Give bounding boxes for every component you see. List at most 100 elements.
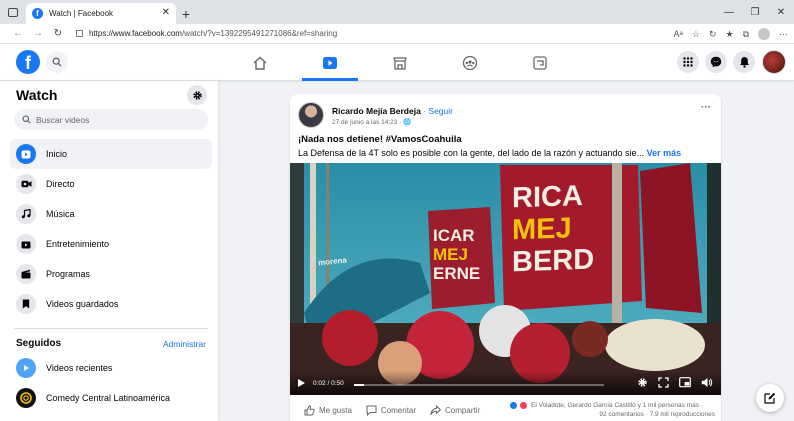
tab-title: Watch | Facebook bbox=[49, 9, 114, 18]
profile-avatar[interactable] bbox=[762, 50, 786, 74]
author-avatar[interactable] bbox=[298, 102, 324, 128]
forward-button[interactable]: → bbox=[28, 24, 48, 44]
facebook-header: f bbox=[0, 44, 794, 81]
tab-actions-button[interactable] bbox=[0, 0, 26, 24]
back-button[interactable]: ← bbox=[8, 24, 28, 44]
music-note-icon bbox=[16, 204, 36, 224]
facebook-search-button[interactable] bbox=[46, 51, 68, 73]
browser-profile-avatar[interactable] bbox=[758, 28, 770, 40]
watch-sidebar: Watch Buscar videos Inicio Directo Músic… bbox=[0, 81, 218, 421]
new-message-button[interactable] bbox=[756, 384, 784, 412]
lock-icon bbox=[76, 30, 83, 37]
post-date-text: 27 de junio a las 14:23 · bbox=[332, 119, 404, 126]
sidebar-item-label: Comedy Central Latinoamérica bbox=[46, 393, 171, 403]
video-control-icons bbox=[637, 377, 713, 388]
sidebar-item-label: Música bbox=[46, 209, 75, 219]
nav-groups[interactable] bbox=[442, 44, 498, 81]
comment-icon bbox=[366, 405, 377, 416]
see-more-link[interactable]: Ver más bbox=[647, 148, 682, 158]
banner-left-text: ICAR MEJ ERNE bbox=[433, 226, 480, 283]
url-path: /watch/?v=1392295491271086&ref=sharing bbox=[181, 29, 338, 38]
collections-icon[interactable]: ⧉ bbox=[743, 29, 749, 40]
video-post: Ricardo Mejía Berdeja · Seguir 27 de jun… bbox=[290, 94, 721, 421]
reactions-summary[interactable]: El Voladote, Gerardo García Castillo y 1… bbox=[509, 401, 715, 410]
nav-marketplace[interactable] bbox=[372, 44, 428, 81]
browser-toolbar-icons: Aᵃ ☆ ↻ ★ ⧉ ··· bbox=[674, 24, 788, 44]
sidebar-item-directo[interactable]: Directo bbox=[10, 169, 212, 199]
bell-icon bbox=[739, 57, 749, 68]
watch-play-icon bbox=[16, 144, 36, 164]
live-camera-icon bbox=[16, 174, 36, 194]
minimize-button[interactable]: — bbox=[716, 0, 742, 24]
search-icon bbox=[22, 115, 31, 124]
marketplace-icon bbox=[393, 56, 407, 70]
play-icon[interactable] bbox=[298, 379, 305, 387]
banner-top-line-3: BERD bbox=[512, 243, 595, 279]
browser-tab-strip: f Watch | Facebook ✕ + — ❐ ✕ bbox=[0, 0, 794, 24]
sidebar-item-label: Entretenimiento bbox=[46, 239, 110, 249]
browser-menu-icon[interactable]: ··· bbox=[779, 29, 788, 39]
close-window-button[interactable]: ✕ bbox=[768, 0, 794, 24]
reload-button[interactable]: ↻ bbox=[48, 24, 68, 44]
banner-top-line-2: MEJ bbox=[512, 212, 572, 247]
sidebar-item-label: Programas bbox=[46, 269, 91, 279]
post-header: Ricardo Mejía Berdeja · Seguir bbox=[332, 106, 453, 116]
browser-tab[interactable]: f Watch | Facebook ✕ bbox=[26, 3, 176, 24]
sidebar-item-inicio[interactable]: Inicio bbox=[10, 139, 212, 169]
reactions-text: El Voladote, Gerardo García Castillo y 1… bbox=[531, 402, 703, 409]
compose-icon bbox=[764, 392, 776, 404]
clapperboard-icon bbox=[16, 264, 36, 284]
play-circle-icon bbox=[16, 358, 36, 378]
notifications-button[interactable] bbox=[733, 51, 755, 73]
new-tab-button[interactable]: + bbox=[176, 3, 196, 24]
like-button[interactable]: Me gusta bbox=[304, 404, 352, 416]
video-progress-fill bbox=[354, 384, 364, 386]
facebook-logo[interactable]: f bbox=[16, 50, 40, 74]
restore-button[interactable]: ❐ bbox=[742, 0, 768, 24]
nav-gaming[interactable] bbox=[512, 44, 568, 81]
menu-button[interactable] bbox=[677, 51, 699, 73]
sidebar-item-entretenimiento[interactable]: Entretenimiento bbox=[10, 229, 212, 259]
post-options-button[interactable]: ··· bbox=[701, 102, 711, 113]
share-button[interactable]: Compartir bbox=[430, 404, 480, 416]
read-aloud-icon[interactable]: Aᵃ bbox=[674, 29, 683, 39]
sidebar-item-label: Videos recientes bbox=[46, 363, 113, 373]
url-field[interactable]: https://www.facebook.com/watch/?v=139229… bbox=[76, 29, 337, 38]
url-domain: https://www.facebook.com bbox=[89, 29, 182, 38]
like-label: Me gusta bbox=[319, 405, 352, 415]
favorites-icon[interactable]: ★ bbox=[725, 29, 733, 40]
banner-top-line-1: RICA bbox=[512, 179, 583, 215]
close-tab-icon[interactable]: ✕ bbox=[162, 7, 170, 18]
fullscreen-icon[interactable] bbox=[658, 377, 669, 388]
nav-watch[interactable] bbox=[302, 44, 358, 81]
comment-button[interactable]: Comentar bbox=[366, 405, 416, 416]
manage-followed-link[interactable]: Administrar bbox=[163, 339, 206, 349]
post-stats: El Voladote, Gerardo García Castillo y 1… bbox=[509, 401, 715, 419]
sidebar-title: Watch bbox=[16, 87, 58, 103]
video-settings-icon[interactable] bbox=[637, 377, 648, 388]
video-player[interactable]: RICA MEJ BERD ICAR MEJ ERNE morena 0:02 … bbox=[290, 163, 721, 395]
sidebar-item-musica[interactable]: Música bbox=[10, 199, 212, 229]
banner-left-line-2: MEJ bbox=[433, 245, 468, 264]
entertainment-icon bbox=[16, 234, 36, 254]
sidebar-item-videos-guardados[interactable]: Videos guardados bbox=[10, 289, 212, 319]
header-separator: · bbox=[423, 106, 427, 116]
share-icon bbox=[430, 404, 442, 415]
banner-top-text: RICA MEJ BERD bbox=[512, 179, 595, 279]
sidebar-item-programas[interactable]: Programas bbox=[10, 259, 212, 289]
volume-icon[interactable] bbox=[701, 377, 713, 388]
sidebar-item-videos-recientes[interactable]: Videos recientes bbox=[10, 353, 212, 383]
follow-button[interactable]: Seguir bbox=[428, 106, 453, 116]
watch-settings-button[interactable] bbox=[187, 85, 207, 105]
nav-home[interactable] bbox=[232, 44, 288, 81]
messenger-button[interactable] bbox=[705, 51, 727, 73]
comments-views[interactable]: 92 comentarios · 7.9 mil reproducciones bbox=[509, 410, 715, 419]
refresh-icon[interactable]: ↻ bbox=[709, 29, 717, 40]
picture-in-picture-icon[interactable] bbox=[679, 377, 691, 388]
sidebar-item-comedy-central[interactable]: Comedy Central Latinoamérica bbox=[10, 383, 212, 413]
video-progress-bar[interactable] bbox=[354, 384, 604, 386]
video-search-input[interactable]: Buscar videos bbox=[14, 109, 208, 130]
post-date[interactable]: 27 de junio a las 14:23 · 🌐 bbox=[332, 118, 411, 126]
add-favorite-icon[interactable]: ☆ bbox=[692, 29, 700, 40]
author-name[interactable]: Ricardo Mejía Berdeja bbox=[332, 106, 421, 116]
